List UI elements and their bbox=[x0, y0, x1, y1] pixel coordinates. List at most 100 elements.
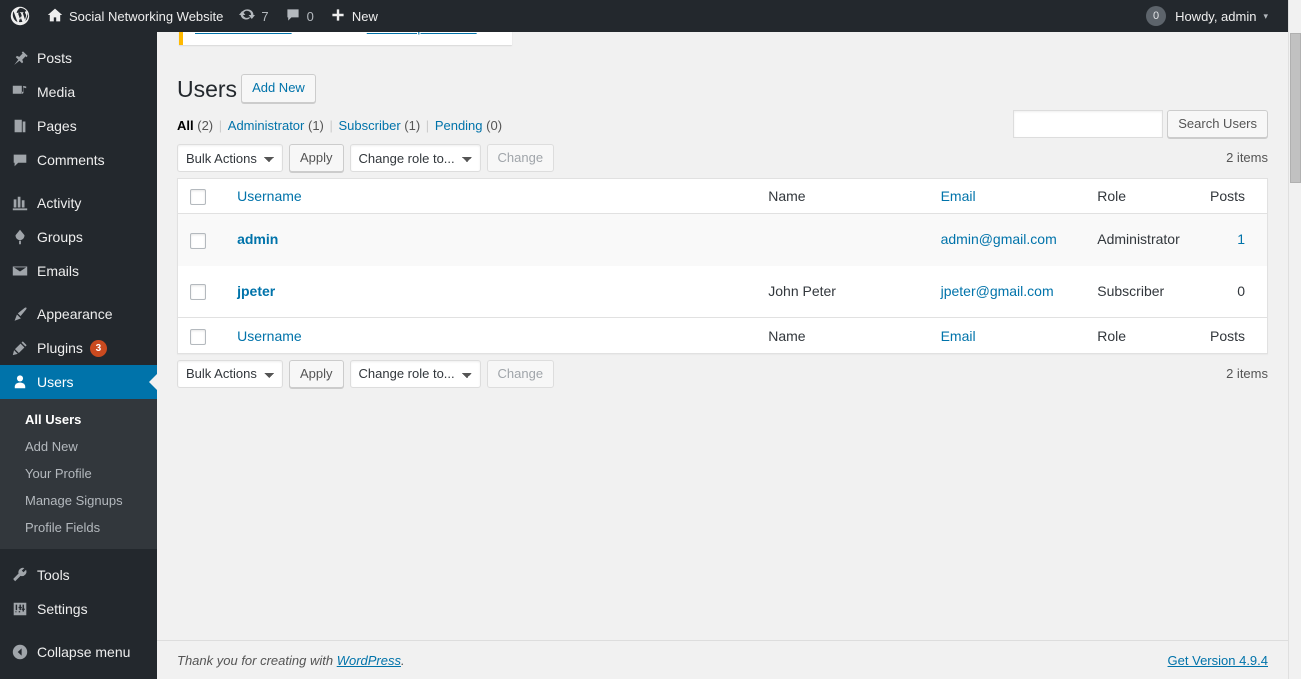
sidebar-item-appearance[interactable]: Appearance bbox=[0, 297, 157, 331]
sidebar-item-activity[interactable]: Activity bbox=[0, 186, 157, 220]
tablenav-bottom: Bulk Actions Apply Change role to... Cha… bbox=[177, 359, 1268, 390]
sidebar-item-plugins[interactable]: Plugins 3 bbox=[0, 331, 157, 365]
filter-subscriber-link[interactable]: Subscriber bbox=[339, 118, 401, 133]
cell-posts: 0 bbox=[1237, 282, 1245, 299]
updates-button[interactable]: 7 bbox=[231, 0, 276, 32]
bulk-actions-select-bottom[interactable]: Bulk Actions bbox=[177, 359, 283, 388]
groups-icon bbox=[11, 227, 37, 247]
select-all-checkbox-top[interactable] bbox=[190, 189, 206, 206]
change-role-select-top[interactable]: Change role to... bbox=[349, 144, 481, 172]
home-icon bbox=[47, 7, 63, 26]
separator: | bbox=[218, 118, 223, 133]
row-checkbox-jpeter[interactable] bbox=[190, 284, 206, 301]
sidebar-item-settings[interactable]: Settings bbox=[0, 592, 157, 626]
users-table: Username Name Email Role Posts admin adm… bbox=[177, 178, 1268, 354]
sidebar-label: Groups bbox=[37, 229, 83, 245]
change-role-select-bottom[interactable]: Change role to... bbox=[349, 359, 481, 388]
updates-icon bbox=[239, 7, 256, 26]
wordpress-logo-button[interactable] bbox=[0, 0, 39, 32]
filter-subscriber: Subscriber (1) | bbox=[339, 118, 432, 133]
apply-button-bottom[interactable]: Apply bbox=[289, 359, 344, 388]
row-checkbox-admin[interactable] bbox=[190, 232, 206, 249]
search-users-button[interactable]: Search Users bbox=[1167, 110, 1268, 138]
sidebar-label: Activity bbox=[37, 195, 82, 211]
user-link-jpeter[interactable]: jpeter bbox=[237, 283, 275, 299]
sidebar-item-emails[interactable]: Emails bbox=[0, 254, 157, 288]
sidebar-label: Tools bbox=[37, 567, 70, 583]
sort-username-link-top[interactable]: Username bbox=[237, 188, 302, 204]
filter-administrator-link[interactable]: Administrator bbox=[228, 118, 305, 133]
submenu-item-profile-fields[interactable]: Profile Fields bbox=[0, 514, 157, 541]
page-scrollbar-thumb[interactable] bbox=[1290, 33, 1301, 183]
submenu-item-add-new[interactable]: Add New bbox=[0, 433, 157, 460]
select-all-checkbox-bottom[interactable] bbox=[190, 328, 206, 345]
add-new-user-button[interactable]: Add New bbox=[241, 74, 316, 103]
select-all-header bbox=[178, 179, 216, 214]
chevron-down-icon: ▾ bbox=[1263, 10, 1268, 21]
plus-icon bbox=[330, 7, 346, 26]
page-scrollbar-track[interactable] bbox=[1288, 0, 1301, 679]
page-title: Users bbox=[177, 76, 238, 102]
sidebar-item-posts[interactable]: Posts bbox=[0, 41, 157, 75]
change-role-button-top[interactable]: Change bbox=[486, 144, 555, 172]
update-now-link[interactable]: Please update now bbox=[367, 32, 477, 35]
search-box: Search Users bbox=[1012, 110, 1268, 138]
posts-link-admin[interactable]: 1 bbox=[1237, 231, 1245, 247]
sort-email-link-top[interactable]: Email bbox=[941, 188, 976, 204]
footer-thanks-suffix: . bbox=[401, 652, 405, 668]
comment-icon bbox=[11, 150, 37, 170]
sort-email-link-bottom[interactable]: Email bbox=[941, 328, 976, 344]
sidebar-item-media[interactable]: Media bbox=[0, 75, 157, 109]
submenu-item-your-profile[interactable]: Your Profile bbox=[0, 460, 157, 487]
my-account-menu[interactable]: 0 Howdy, admin ▾ bbox=[1138, 0, 1276, 32]
sidebar-item-comments[interactable]: Comments bbox=[0, 143, 157, 177]
sidebar-label: Collapse menu bbox=[37, 644, 131, 660]
sort-username-link-bottom[interactable]: Username bbox=[237, 328, 302, 344]
get-version-link[interactable]: Get Version 4.9.4 bbox=[1168, 653, 1268, 668]
settings-icon bbox=[11, 599, 37, 619]
separator: | bbox=[425, 118, 430, 133]
wordpress-version-link[interactable]: WordPress 4.9.4 bbox=[195, 32, 292, 35]
table-row: jpeter John Peter jpeter@gmail.com Subsc… bbox=[178, 266, 1268, 318]
submenu-item-manage-signups[interactable]: Manage Signups bbox=[0, 487, 157, 514]
howdy-label: Howdy, admin bbox=[1175, 8, 1257, 24]
avatar: 0 bbox=[1146, 6, 1167, 26]
email-icon bbox=[11, 261, 37, 281]
plugin-icon bbox=[11, 338, 37, 358]
column-footer-name: Name bbox=[768, 327, 806, 344]
items-count-top: 2 items bbox=[1226, 150, 1268, 165]
user-link-admin[interactable]: admin bbox=[237, 231, 278, 247]
change-role-button-bottom[interactable]: Change bbox=[486, 359, 555, 388]
sidebar-item-users[interactable]: Users bbox=[0, 365, 157, 399]
filter-all-count: (2) bbox=[197, 118, 214, 133]
comments-button[interactable]: 0 bbox=[277, 0, 322, 32]
filter-pending-link[interactable]: Pending bbox=[435, 118, 483, 133]
activity-icon bbox=[11, 193, 37, 213]
sidebar-label: Settings bbox=[37, 601, 88, 617]
footer-thanks: Thank you for creating with WordPress. bbox=[177, 653, 405, 668]
menu-separator bbox=[0, 177, 157, 186]
user-icon bbox=[11, 372, 37, 392]
cell-username: jpeter bbox=[215, 266, 758, 318]
site-name-menu[interactable]: Social Networking Website bbox=[39, 0, 231, 32]
filter-subscriber-count: (1) bbox=[404, 118, 421, 133]
wordpress-link[interactable]: WordPress bbox=[337, 653, 401, 668]
filter-all-link[interactable]: All bbox=[177, 118, 194, 133]
sidebar-item-tools[interactable]: Tools bbox=[0, 558, 157, 592]
collapse-menu-button[interactable]: Collapse menu bbox=[0, 635, 157, 669]
email-link-admin[interactable]: admin@gmail.com bbox=[941, 231, 1057, 247]
cell-email: admin@gmail.com bbox=[931, 214, 1088, 266]
menu-separator bbox=[0, 288, 157, 297]
sidebar-item-groups[interactable]: Groups bbox=[0, 220, 157, 254]
column-header-posts: Posts bbox=[1209, 188, 1245, 205]
apply-button-top[interactable]: Apply bbox=[289, 144, 344, 172]
submenu-item-all-users[interactable]: All Users bbox=[0, 406, 157, 433]
bulk-actions-select-top[interactable]: Bulk Actions bbox=[177, 144, 283, 172]
sidebar-item-pages[interactable]: Pages bbox=[0, 109, 157, 143]
column-footer-posts: Posts bbox=[1209, 327, 1245, 344]
sidebar-label: Posts bbox=[37, 50, 73, 66]
search-input[interactable] bbox=[1012, 110, 1163, 138]
new-content-button[interactable]: New bbox=[322, 0, 386, 32]
column-header-role: Role bbox=[1097, 188, 1127, 205]
email-link-jpeter[interactable]: jpeter@gmail.com bbox=[941, 283, 1054, 299]
